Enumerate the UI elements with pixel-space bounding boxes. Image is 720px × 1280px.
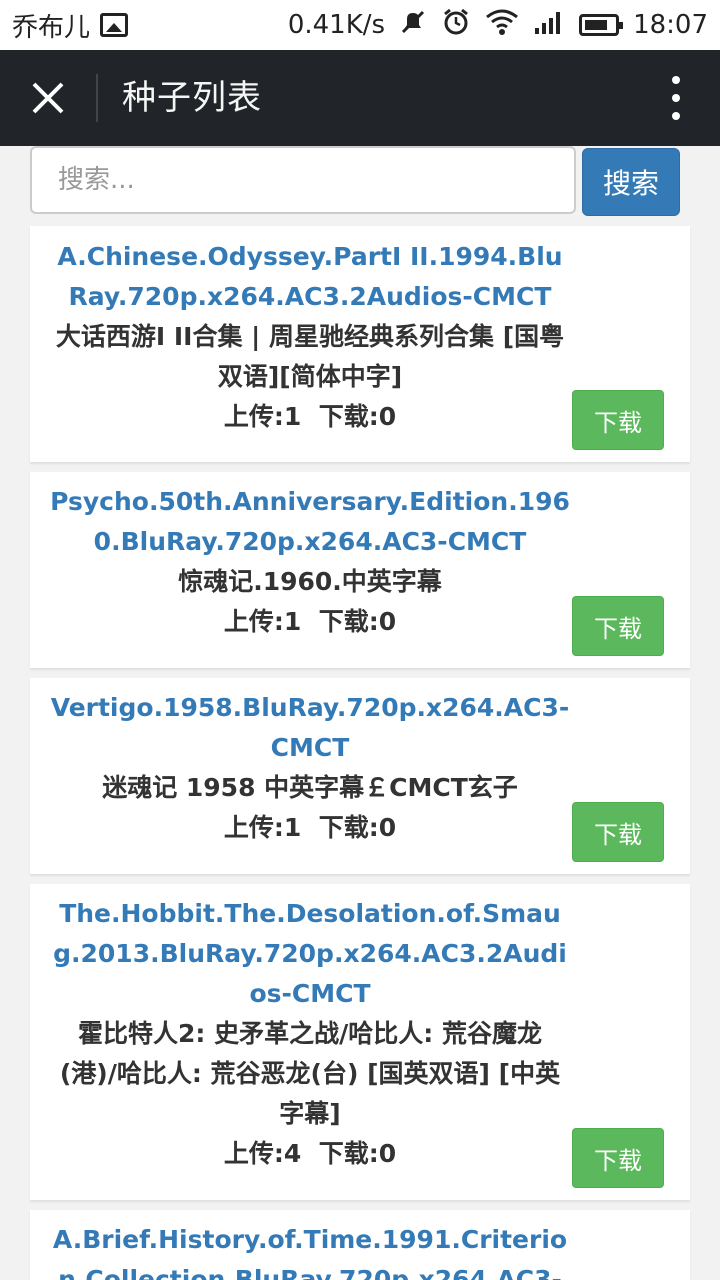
torrent-stats: 上传:1 下载:0 <box>50 602 570 642</box>
torrent-subtitle: 惊魂记.1960.中英字幕 <box>178 567 442 596</box>
torrent-subtitle: 霍比特人2: 史矛革之战/哈比人: 荒谷魔龙(港)/哈比人: 荒谷恶龙(台) [… <box>59 1019 561 1128</box>
page-title: 种子列表 <box>122 78 262 118</box>
torrent-title[interactable]: Psycho.50th.Anniversary.Edition.1960.Blu… <box>50 482 570 562</box>
torrent-card: A.Brief.History.of.Time.1991.Criterion.C… <box>30 1210 690 1280</box>
torrent-title[interactable]: A.Chinese.Odyssey.PartI II.1994.BluRay.7… <box>50 237 570 317</box>
search-input[interactable] <box>30 146 576 214</box>
more-dot-icon <box>672 76 680 84</box>
more-dot-icon <box>672 94 680 102</box>
download-count: 下载:0 <box>318 1139 397 1168</box>
upload-count: 上传:4 <box>223 1139 302 1168</box>
torrent-subtitle: 大话西游I II合集 | 周星驰经典系列合集 [国粤双语][简体中字] <box>55 322 565 391</box>
image-notification-icon <box>100 13 129 37</box>
carrier-label: 乔布儿 <box>12 12 91 43</box>
upload-count: 上传:1 <box>223 607 302 636</box>
torrent-card: Vertigo.1958.BluRay.720p.x264.AC3-CMCT 迷… <box>30 678 690 874</box>
torrent-subtitle: 迷魂记 1958 中英字幕￡CMCT玄子 <box>102 773 518 802</box>
app-bar-divider <box>96 74 98 122</box>
download-button[interactable]: 下载 <box>572 1128 664 1188</box>
torrent-card: The.Hobbit.The.Desolation.of.Smaug.2013.… <box>30 884 690 1200</box>
download-count: 下载:0 <box>318 402 397 431</box>
torrent-title[interactable]: The.Hobbit.The.Desolation.of.Smaug.2013.… <box>50 894 570 1014</box>
network-speed: 0.41K/s <box>287 10 386 40</box>
more-dot-icon <box>672 112 680 120</box>
mute-bell-icon <box>399 8 427 43</box>
status-bar: 乔布儿 0.41K/s 18:07 <box>0 0 720 50</box>
search-button[interactable]: 搜索 <box>582 148 680 216</box>
clock: 18:07 <box>633 10 708 40</box>
close-button[interactable] <box>20 70 76 126</box>
app-bar: 种子列表 <box>0 50 720 146</box>
close-icon <box>32 82 64 114</box>
more-options-button[interactable] <box>664 76 688 120</box>
torrent-stats: 上传:1 下载:0 <box>50 808 570 848</box>
alarm-icon <box>441 7 471 44</box>
torrent-title[interactable]: A.Brief.History.of.Time.1991.Criterion.C… <box>50 1220 570 1280</box>
upload-count: 上传:1 <box>223 813 302 842</box>
wifi-icon <box>485 8 519 43</box>
download-count: 下载:0 <box>318 607 397 636</box>
download-button[interactable]: 下载 <box>572 596 664 656</box>
upload-count: 上传:1 <box>223 402 302 431</box>
torrent-title[interactable]: Vertigo.1958.BluRay.720p.x264.AC3-CMCT <box>50 688 570 768</box>
battery-icon <box>579 14 624 36</box>
torrent-card: Psycho.50th.Anniversary.Edition.1960.Blu… <box>30 472 690 668</box>
torrent-stats: 上传:1 下载:0 <box>50 397 570 437</box>
download-button[interactable]: 下载 <box>572 802 664 862</box>
torrent-card: A.Chinese.Odyssey.PartI II.1994.BluRay.7… <box>30 226 690 462</box>
download-count: 下载:0 <box>318 813 397 842</box>
signal-icon <box>533 8 565 43</box>
torrent-stats: 上传:4 下载:0 <box>50 1134 570 1174</box>
download-button[interactable]: 下载 <box>572 390 664 450</box>
search-bar: 搜索 <box>30 146 690 216</box>
